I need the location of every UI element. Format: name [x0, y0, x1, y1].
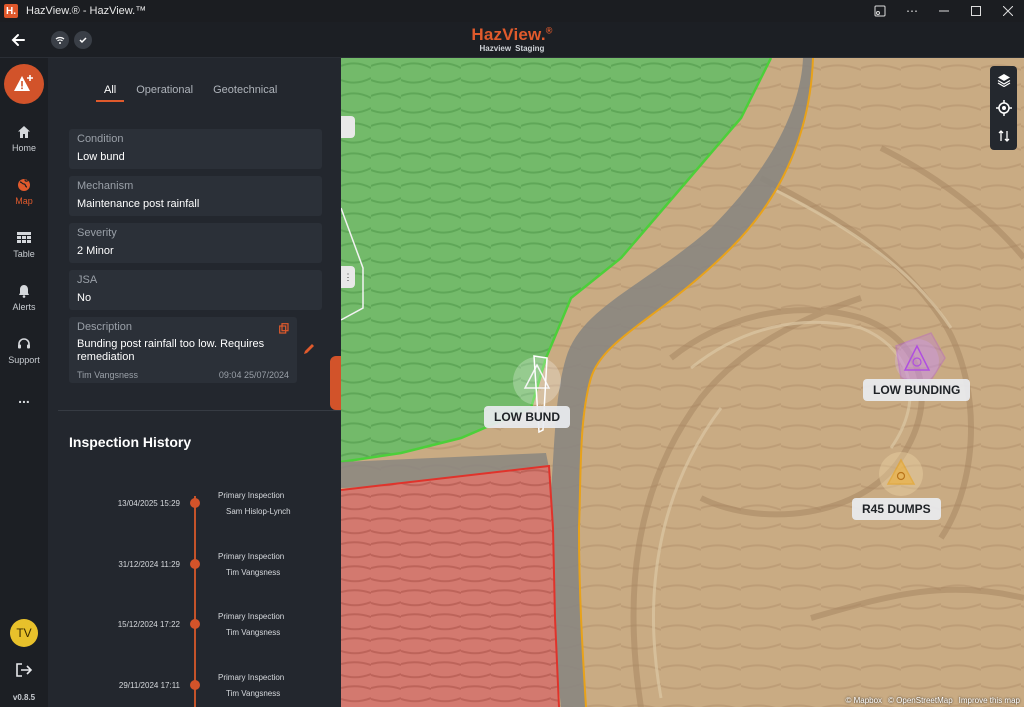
app-version: v0.8.5	[12, 693, 36, 702]
map-edge-tab[interactable]	[341, 116, 355, 138]
nav-support[interactable]: Support	[0, 335, 48, 365]
close-icon[interactable]	[992, 0, 1024, 22]
table-icon	[0, 229, 48, 247]
more-icon[interactable]: ⋯	[896, 0, 928, 22]
history-date: 15/12/2024 17:22	[117, 620, 180, 629]
condition-label: Condition	[77, 133, 124, 145]
jsa-label: JSA	[77, 274, 98, 286]
mechanism-label: Mechanism	[77, 180, 134, 192]
history-user: Tim Vangsness	[226, 568, 281, 577]
add-hazard-button[interactable]	[4, 64, 44, 104]
hazard-details-panel: All Operational Geotechnical Condition L…	[48, 58, 341, 707]
mechanism-field: Mechanism Maintenance post rainfall	[69, 176, 322, 216]
nav-alerts[interactable]: Alerts	[0, 282, 48, 312]
attribution-osm[interactable]: © OpenStreetMap	[888, 696, 953, 705]
map-view[interactable]: ⋮ LOW BUND LOW BUNDING R45 DUMPS © Mapbo…	[341, 58, 1024, 707]
maximize-icon[interactable]	[960, 0, 992, 22]
timeline-line	[194, 496, 196, 707]
description-value: Bunding post rainfall too low. Requires …	[77, 338, 265, 363]
severity-value: 2 Minor	[77, 245, 114, 257]
map-edge-tab[interactable]: ⋮	[341, 266, 355, 288]
minimize-icon[interactable]	[928, 0, 960, 22]
brand-sub-left: Hazview	[479, 44, 512, 53]
tab-geotechnical[interactable]: Geotechnical	[205, 84, 285, 102]
condition-value: Low bund	[77, 151, 125, 163]
nav-support-label: Support	[8, 355, 40, 365]
brand-sub-right: Staging	[515, 44, 545, 53]
mechanism-value: Maintenance post rainfall	[77, 198, 200, 210]
history-type: Primary Inspection	[218, 612, 285, 621]
nav-map-label: Map	[15, 196, 33, 206]
severity-field: Severity 2 Minor	[69, 223, 322, 263]
copy-icon[interactable]	[279, 321, 289, 339]
history-type: Primary Inspection	[218, 552, 285, 561]
timeline-dot	[190, 680, 200, 690]
home-icon	[0, 123, 48, 141]
app-logo: H.	[4, 4, 18, 18]
history-date: 29/11/2024 17:11	[118, 681, 180, 690]
map-controls	[990, 66, 1017, 150]
warning-add-icon	[14, 75, 33, 91]
window-title-bar: H. HazView.® - HazView.™ ⋯	[0, 0, 1024, 22]
locate-icon[interactable]	[990, 94, 1017, 122]
cast-icon[interactable]	[864, 0, 896, 22]
nav-table-label: Table	[13, 249, 35, 259]
attribution-improve[interactable]: Improve this map	[959, 696, 1020, 705]
attribution-mapbox[interactable]: © Mapbox	[845, 696, 882, 705]
navigation-rail: Home Map Table Alerts Support ... TV v0.…	[0, 58, 48, 707]
avatar[interactable]: TV	[10, 619, 38, 647]
severity-label: Severity	[77, 227, 117, 239]
headset-icon	[0, 335, 48, 353]
sort-arrows-icon[interactable]	[990, 122, 1017, 150]
tab-operational[interactable]: Operational	[128, 84, 201, 102]
jsa-field: JSA No	[69, 270, 322, 310]
description-field: Description Bunding post rainfall too lo…	[69, 317, 297, 383]
nav-map[interactable]: Map	[0, 176, 48, 206]
nav-table[interactable]: Table	[0, 229, 48, 259]
tab-all[interactable]: All	[96, 84, 125, 102]
description-timestamp: 09:04 25/07/2024	[218, 370, 289, 380]
nav-home-label: Home	[11, 143, 36, 153]
bell-icon	[0, 282, 48, 300]
r45-dumps-label[interactable]: R45 DUMPS	[852, 498, 941, 520]
category-tabs: All Operational Geotechnical	[96, 84, 289, 102]
inspection-history-title: Inspection History	[69, 434, 192, 450]
history-type: Primary Inspection	[218, 673, 285, 682]
nav-more[interactable]: ...	[0, 390, 48, 406]
window-title: HazView.® - HazView.™	[26, 5, 147, 17]
low-bunding-label[interactable]: LOW BUNDING	[863, 379, 971, 401]
history-date: 13/04/2025 15:29	[117, 499, 180, 508]
r45-dumps-marker-icon[interactable]	[879, 452, 923, 496]
history-type: Primary Inspection	[218, 491, 285, 500]
edit-pencil-icon[interactable]	[302, 342, 316, 361]
low-bund-label[interactable]: LOW BUND	[484, 406, 570, 428]
jsa-value: No	[77, 292, 92, 304]
nav-alerts-label: Alerts	[12, 302, 36, 312]
condition-field: Condition Low bund	[69, 129, 322, 169]
brand: HazView.® Hazview Staging	[0, 25, 1024, 53]
layers-icon[interactable]	[990, 66, 1017, 94]
timeline-dot	[190, 619, 200, 629]
logout-icon[interactable]	[15, 662, 33, 683]
description-label: Description	[77, 321, 133, 333]
map-attribution: © Mapbox © OpenStreetMap Improve this ma…	[845, 696, 1020, 705]
timeline-dot	[190, 559, 200, 569]
app-header: HazView.® Hazview Staging	[0, 22, 1024, 58]
history-user: Sam Hislop-Lynch	[226, 507, 291, 516]
globe-icon	[0, 176, 48, 194]
brand-logo: HazView.	[471, 25, 546, 44]
nav-home[interactable]: Home	[0, 123, 48, 153]
history-user: Tim Vangsness	[226, 628, 281, 637]
description-author: Tim Vangsness	[77, 370, 139, 380]
history-user: Tim Vangsness	[226, 689, 281, 698]
section-divider	[58, 410, 341, 411]
brand-registered-mark: ®	[545, 25, 553, 36]
history-date: 31/12/2024 11:29	[118, 560, 180, 569]
timeline-dot	[190, 498, 200, 508]
